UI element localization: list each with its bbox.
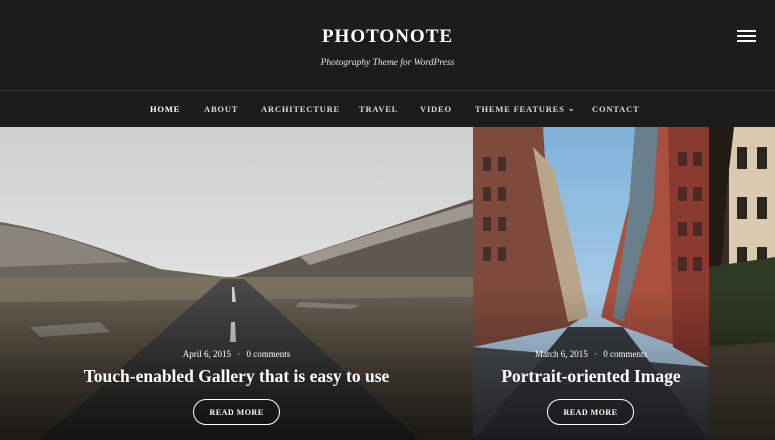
nav-item-theme-features-label: THEME FEATURES (475, 104, 565, 114)
post-date[interactable]: April 6, 2015 (183, 349, 231, 359)
chevron-down-icon: ⌄ (567, 104, 576, 113)
slide-gradient-overlay (709, 290, 775, 440)
nav-item-theme-features[interactable]: THEME FEATURES ⌄ (475, 104, 575, 114)
nav-item-about[interactable]: ABOUT (204, 104, 238, 114)
post-meta: April 6, 2015 · 0 comments (182, 349, 291, 359)
post-date[interactable]: March 6, 2015 (535, 349, 588, 359)
nav-item-home[interactable]: HOME (150, 104, 180, 114)
nav-item-contact[interactable]: CONTACT (592, 104, 639, 114)
read-more-button[interactable]: READ MORE (193, 399, 280, 425)
site-title[interactable]: PHOTONOTE (0, 26, 775, 48)
featured-slider[interactable]: April 6, 2015 · 0 comments Touch-enabled… (0, 127, 775, 440)
slide-item[interactable]: March 6, 2015 · 0 comments Portrait-orie… (473, 127, 709, 440)
hamburger-menu-icon[interactable] (737, 28, 759, 44)
main-navigation: HOME ABOUT ARCHITECTURE TRAVEL VIDEO THE… (0, 90, 775, 127)
post-title[interactable]: Touch-enabled Gallery that is easy to us… (0, 366, 473, 387)
post-meta: March 6, 2015 · 0 comments (535, 349, 647, 359)
site-tagline: Photography Theme for WordPress (320, 58, 455, 68)
read-more-button[interactable]: READ MORE (547, 399, 634, 425)
slide-item[interactable]: April 6, 2015 · 0 comments Touch-enabled… (0, 127, 473, 440)
post-title[interactable]: Portrait-oriented Image (473, 366, 709, 387)
nav-item-video[interactable]: VIDEO (420, 104, 452, 114)
nav-item-architecture[interactable]: ARCHITECTURE (261, 104, 340, 114)
nav-item-travel[interactable]: TRAVEL (359, 104, 398, 114)
post-comments-link[interactable]: 0 comments (247, 349, 291, 359)
post-comments-link[interactable]: 0 comments (603, 349, 647, 359)
slide-item[interactable] (709, 127, 775, 440)
site-header: PHOTONOTE Photography Theme for WordPres… (0, 0, 775, 90)
